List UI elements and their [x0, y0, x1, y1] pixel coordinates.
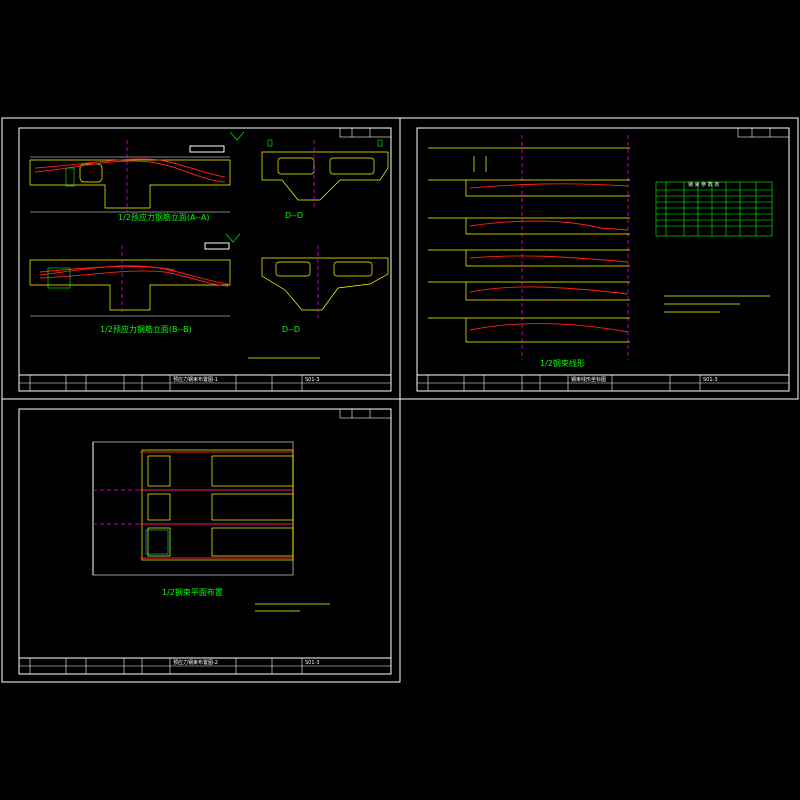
section-aa: 1/2预应力钢筋立面(A--A): [29, 140, 231, 222]
sheet-1-title-block: 预应力钢束布置图-1 S01-3: [18, 374, 392, 392]
cad-drawing: 1/2预应力钢筋立面(A--A) D--D 1/2预应力钢筋立面(B--B) D…: [1, 117, 799, 683]
sheet-3-drawing-title: 预应力钢束布置图-2: [173, 659, 218, 666]
sheet-1-drawing-title: 预应力钢束布置图-1: [173, 376, 218, 383]
section-aa-label: 1/2预应力钢筋立面(A--A): [118, 212, 209, 222]
plan-view: 1/2钢束平面布置: [92, 441, 294, 597]
sheet-3-outer-border: [1, 398, 401, 683]
section-dd-2-label: D--D: [282, 325, 300, 334]
section-dd-1-label: D--D: [285, 211, 303, 220]
sheet-2-drawing-title: 钢束线形坐标图: [571, 376, 606, 383]
tendon-profiles: 1/2钢束线形: [428, 135, 630, 368]
sheet-2-title-block: 钢束线形坐标图 S01-3: [416, 374, 790, 392]
sheet-3-inner-frame: [18, 408, 392, 675]
sheet-2: 1/2钢束线形 钢 束 参 数 表 钢束线形坐标图 S01-3: [399, 117, 799, 400]
sheet-3-title-block: 预应力钢束布置图-2 S01-3: [18, 657, 392, 675]
sheet-1: 1/2预应力钢筋立面(A--A) D--D 1/2预应力钢筋立面(B--B) D…: [1, 117, 401, 400]
tendon-table: 钢 束 参 数 表: [655, 181, 773, 237]
plan-view-label: 1/2钢束平面布置: [162, 587, 223, 597]
sheet-2-outer-border: [399, 117, 799, 400]
sheet-3: 1/2钢束平面布置 预应力钢束布置图-2 S01-3: [1, 398, 401, 683]
cross-section-dd-2: D--D: [225, 233, 389, 334]
sheet-1-drawing-no: S01-3: [305, 377, 320, 383]
sheet-2-drawing-no: S01-3: [703, 377, 718, 383]
section-bb-label: 1/2预应力钢筋立面(B--B): [100, 324, 192, 334]
tendon-profile-label: 1/2钢束线形: [540, 358, 585, 368]
sheet-1-inner-frame: [18, 127, 392, 392]
section-bb: 1/2预应力钢筋立面(B--B): [29, 242, 231, 334]
sheet-3-drawing-no: S01-3: [305, 660, 320, 666]
cross-section-dd-1: D--D: [229, 131, 389, 220]
